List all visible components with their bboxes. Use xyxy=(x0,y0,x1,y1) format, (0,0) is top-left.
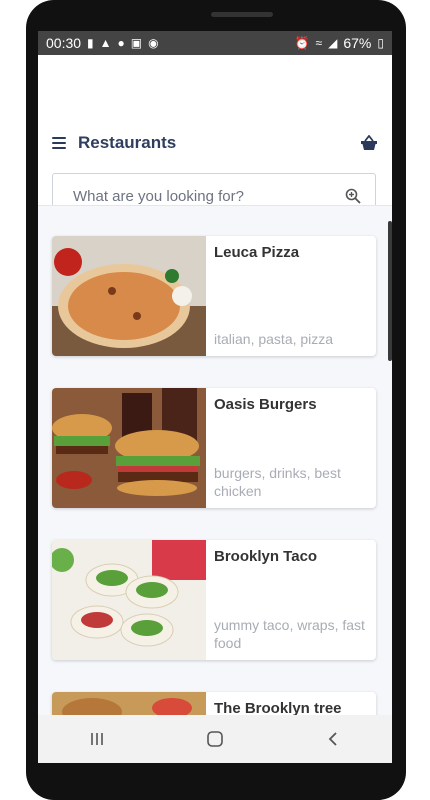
restaurant-card[interactable]: Leuca Pizza italian, pasta, pizza xyxy=(52,236,376,356)
status-time: 00:30 xyxy=(46,35,82,51)
app-screen: 00:30 ▮ ▲ ● ▣ ◉ ⏰ ≈ ◢ 67% ▯ Restaurants xyxy=(38,31,392,763)
basket-icon[interactable] xyxy=(360,135,378,151)
status-bar: 00:30 ▮ ▲ ● ▣ ◉ ⏰ ≈ ◢ 67% ▯ xyxy=(38,31,392,55)
card-body: Oasis Burgers burgers, drinks, best chic… xyxy=(206,388,376,508)
back-button[interactable] xyxy=(303,719,363,759)
restaurant-card[interactable]: Brooklyn Taco yummy taco, wraps, fast fo… xyxy=(52,540,376,660)
alarm-icon: ⏰ xyxy=(294,36,310,50)
home-icon xyxy=(207,731,223,747)
menu-icon[interactable] xyxy=(52,137,68,149)
restaurant-tags: burgers, drinks, best chicken xyxy=(214,465,341,499)
recent-apps-icon xyxy=(91,733,103,745)
restaurant-name: Brooklyn Taco xyxy=(214,548,318,565)
page-title: Restaurants xyxy=(78,133,177,152)
title-row: Restaurants xyxy=(52,133,176,153)
app-header: Restaurants What are you looking for? xyxy=(38,55,392,219)
battery-icon: ▯ xyxy=(377,36,384,50)
instagram-icon: ▣ xyxy=(130,36,143,50)
status-left: 00:30 ▮ ▲ ● ▣ ◉ xyxy=(46,35,159,51)
message-icon: ▮ xyxy=(87,36,94,50)
restaurant-tags: italian, pasta, pizza xyxy=(214,331,334,347)
card-body: Leuca Pizza italian, pasta, pizza xyxy=(206,236,376,356)
oasis-burgers-image xyxy=(52,388,206,508)
speaker-grille xyxy=(211,12,273,17)
battery-percent: 67% xyxy=(343,35,372,51)
restaurant-list[interactable]: Leuca Pizza italian, pasta, pizza Oasis … xyxy=(38,205,392,763)
status-right: ⏰ ≈ ◢ 67% ▯ xyxy=(295,35,384,51)
notification-bell-icon: ● xyxy=(117,36,125,50)
restaurant-tags: yummy taco, wraps, fast food xyxy=(214,617,365,651)
restaurant-name: Oasis Burgers xyxy=(214,396,317,413)
restaurant-card[interactable]: Oasis Burgers burgers, drinks, best chic… xyxy=(52,388,376,508)
leuca-pizza-image xyxy=(52,236,206,356)
android-nav-bar xyxy=(38,715,392,763)
back-icon xyxy=(328,732,337,746)
restaurant-name: Leuca Pizza xyxy=(214,244,300,261)
card-body: Brooklyn Taco yummy taco, wraps, fast fo… xyxy=(206,540,376,660)
navigation-icon: ▲ xyxy=(99,36,112,50)
more-notifications-icon: ◉ xyxy=(148,36,159,50)
signal-icon: ◢ xyxy=(328,36,338,50)
brooklyn-taco-image xyxy=(52,540,206,660)
scrollbar[interactable] xyxy=(388,221,392,361)
search-placeholder: What are you looking for? xyxy=(73,187,244,205)
recent-apps-button[interactable] xyxy=(67,719,127,759)
home-button[interactable] xyxy=(185,719,245,759)
search-zoom-icon[interactable] xyxy=(345,188,361,204)
wifi-icon: ≈ xyxy=(315,36,323,50)
